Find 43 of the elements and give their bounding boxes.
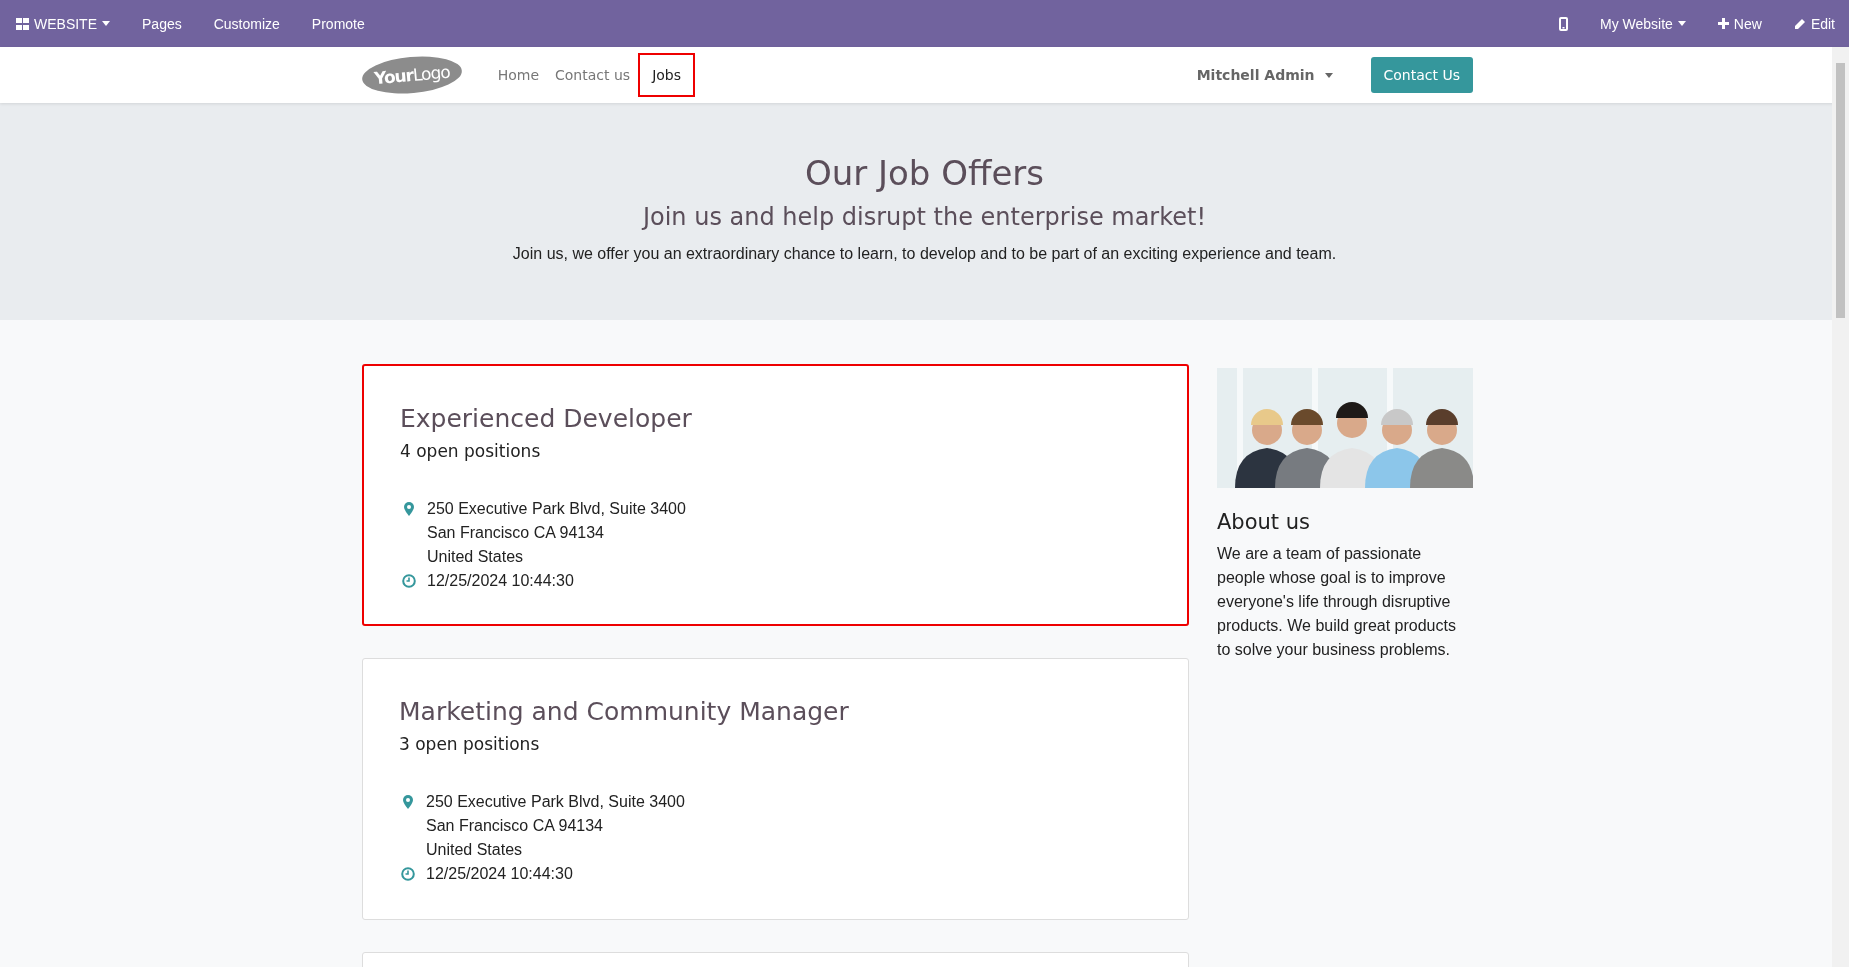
- open-positions: 4 open positions: [400, 441, 542, 461]
- nav-link[interactable]: Home: [489, 53, 548, 97]
- apps-menu[interactable]: WEBSITE: [14, 15, 126, 32]
- nav-link[interactable]: Jobs: [638, 53, 695, 97]
- job-date: 12/25/2024 10:44:30: [427, 571, 574, 591]
- scrollbar-thumb[interactable]: [1836, 63, 1845, 318]
- caret-icon: [1324, 72, 1333, 78]
- pencil-icon: [1793, 17, 1806, 30]
- open-positions: 3 open positions: [399, 734, 541, 754]
- user-menu[interactable]: Mitchell Admin: [1190, 66, 1339, 84]
- clock-icon: [401, 574, 416, 588]
- address-line: United States: [427, 547, 525, 567]
- admin-menu-item[interactable]: Promote: [295, 15, 381, 32]
- nav-link[interactable]: Contact us: [547, 53, 639, 97]
- admin-menu-item[interactable]: Pages: [126, 15, 198, 32]
- edit-button[interactable]: Edit: [1777, 15, 1835, 32]
- grid-icon: [16, 17, 29, 30]
- contact-us-button[interactable]: Contact Us: [1370, 57, 1473, 93]
- address-line: United States: [426, 840, 524, 860]
- map-pin-icon: [403, 502, 414, 516]
- about-title: About us: [1217, 510, 1311, 534]
- intro-text: Join us, we offer you an extraordinary chance to learn, to develop and to be part of an exciting experience and team.: [512, 245, 1337, 263]
- job-title: Marketing and Community Manager: [399, 697, 850, 726]
- job-date: 12/25/2024 10:44:30: [426, 864, 573, 884]
- address-line: San Francisco CA 94134: [426, 816, 604, 836]
- address-line: San Francisco CA 94134: [427, 523, 605, 543]
- plus-icon: [1717, 18, 1729, 29]
- address-line: 250 Executive Park Blvd, Suite 3400: [427, 499, 686, 519]
- job-title: Experienced Developer: [400, 404, 693, 433]
- about-text: We are a team of passionate people whose goal is to improve everyone's life through disruptive products. We build great products to solve your business problems.: [1217, 544, 1457, 660]
- site-menu[interactable]: My Website: [1584, 15, 1702, 32]
- phone-icon: [1559, 16, 1568, 31]
- admin-menu-item[interactable]: Customize: [197, 15, 296, 32]
- clock-icon: [400, 867, 415, 881]
- new-button[interactable]: New: [1701, 15, 1778, 32]
- job-card[interactable]: Marketing and Community Manager 3 open positions 250 Executive Park Blvd, Suite 3400 San Francisco CA 94134 United States 12/25/2024 10:44:30: [362, 658, 1189, 920]
- map-pin-icon: [402, 795, 413, 809]
- caret-icon: [102, 21, 110, 26]
- caret-icon: [1677, 21, 1686, 26]
- page-title: Our Job Offers: [804, 153, 1045, 193]
- page-subtitle: Join us and help disrupt the enterprise market!: [642, 203, 1207, 231]
- job-card[interactable]: Experienced Developer 4 open positions 250 Executive Park Blvd, Suite 3400 San Francisco CA 94134 United States 12/25/2024 10:44:30: [362, 364, 1189, 626]
- address-line: 250 Executive Park Blvd, Suite 3400: [426, 792, 685, 812]
